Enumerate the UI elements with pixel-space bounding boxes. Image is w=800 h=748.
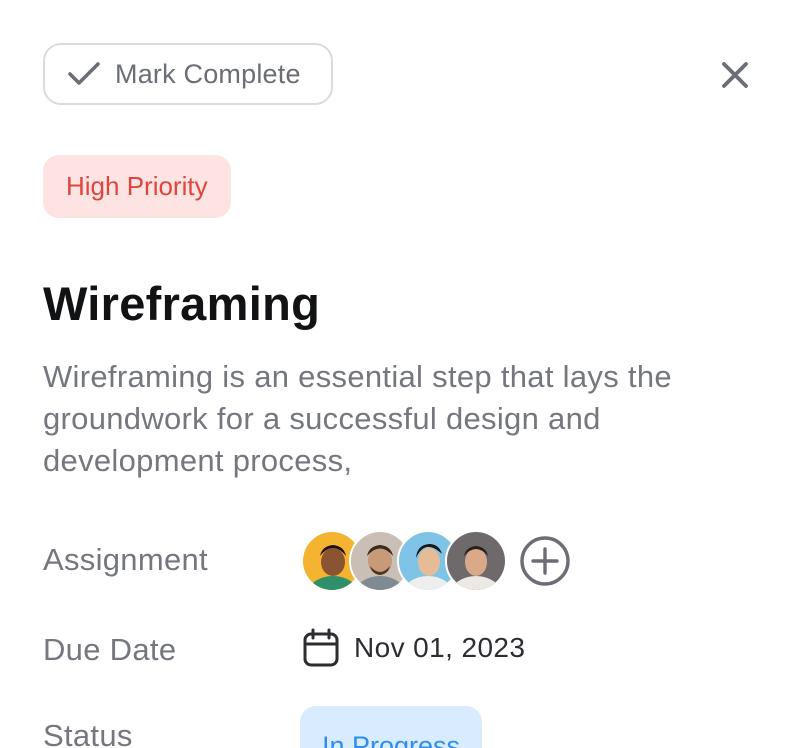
task-detail-panel: Mark Complete High Priority Wireframing …	[0, 0, 800, 748]
mark-complete-label: Mark Complete	[115, 58, 301, 89]
status-value: In Progress	[322, 730, 461, 748]
status-label: Status	[43, 718, 133, 748]
due-date[interactable]: Nov 01, 2023	[302, 628, 525, 668]
calendar-icon	[303, 628, 339, 667]
priority-label: High Priority	[66, 171, 208, 201]
assignee-avatars	[301, 530, 571, 592]
due-date-value: Nov 01, 2023	[354, 632, 526, 663]
due-date-label: Due Date	[43, 632, 177, 667]
checkmark-icon	[68, 62, 100, 85]
assignment-label: Assignment	[43, 542, 208, 577]
add-assignee-icon[interactable]	[519, 535, 571, 587]
close-button[interactable]	[712, 52, 758, 98]
priority-badge: High Priority	[43, 155, 231, 218]
close-icon	[722, 62, 748, 88]
mark-complete-button[interactable]: Mark Complete	[43, 43, 333, 105]
status-badge[interactable]: In Progress	[300, 706, 483, 748]
avatar[interactable]	[445, 530, 507, 592]
task-title: Wireframing	[43, 277, 321, 330]
task-description: Wireframing is an essential step that la…	[43, 359, 672, 478]
